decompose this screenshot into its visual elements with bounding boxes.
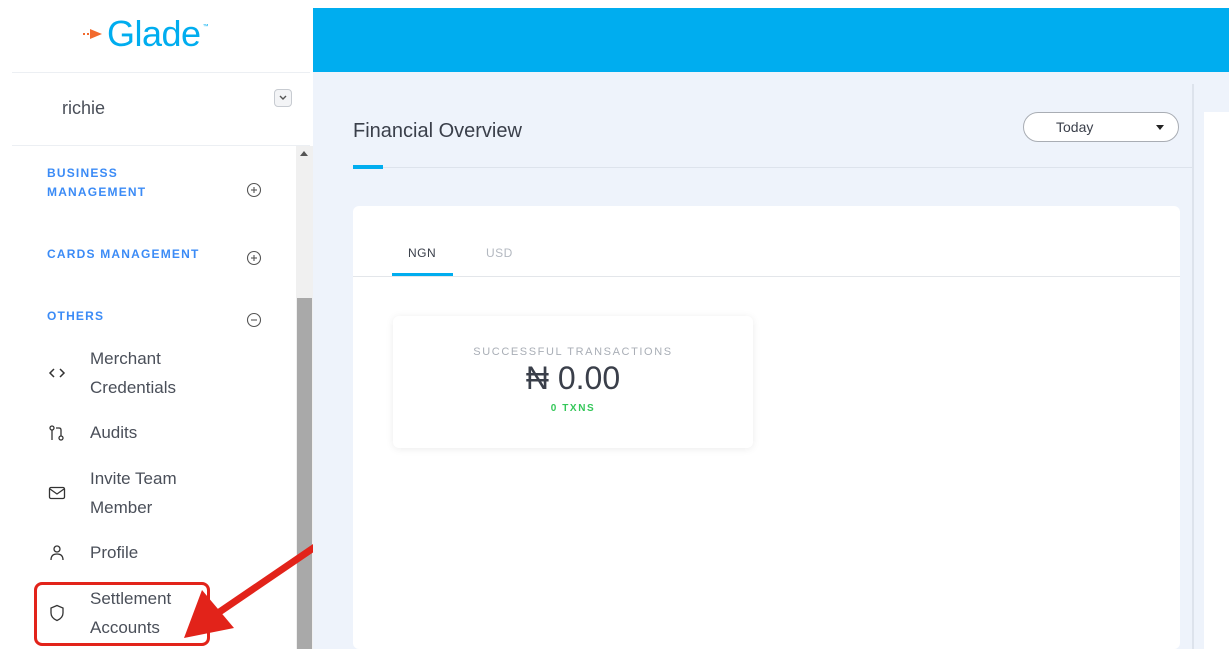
user-switcher[interactable]: richie xyxy=(12,73,310,146)
minus-circle-icon[interactable] xyxy=(246,312,262,328)
user-dropdown-toggle[interactable] xyxy=(274,89,292,107)
mail-icon xyxy=(48,486,66,500)
git-pull-request-icon xyxy=(49,424,64,441)
section-label: CARDS MANAGEMENT xyxy=(47,247,200,261)
sidebar-item-label: Merchant Credentials xyxy=(90,349,176,397)
title-accent-underline xyxy=(353,165,383,169)
period-select[interactable]: Today xyxy=(1023,112,1179,142)
successful-transactions-card: SUCCESSFUL TRANSACTIONS ₦ 0.00 0 TXNS xyxy=(393,316,753,448)
sidebar-item-audits[interactable]: Audits xyxy=(36,418,276,447)
tab-usd[interactable]: USD xyxy=(486,246,513,260)
plus-circle-icon[interactable] xyxy=(246,250,262,266)
right-panel xyxy=(1204,112,1229,649)
sidebar-item-label: Invite Team Member xyxy=(90,469,177,517)
section-cards-management[interactable]: CARDS MANAGEMENT xyxy=(47,245,200,264)
plus-circle-icon[interactable] xyxy=(246,182,262,198)
annotation-arrow-icon xyxy=(184,543,313,638)
chevron-down-icon xyxy=(279,95,287,100)
period-select-value: Today xyxy=(1056,119,1094,135)
logo-wordmark: Glade xyxy=(107,13,201,54)
scroll-up-arrow-icon[interactable] xyxy=(300,151,308,156)
section-label-line2: MANAGEMENT xyxy=(47,185,147,199)
stat-count: 0 TXNS xyxy=(550,403,596,414)
main-content: Financial Overview Today NGN USD SUCCESS… xyxy=(313,72,1229,649)
active-tab-indicator xyxy=(392,273,453,276)
stat-value: ₦ 0.00 xyxy=(525,360,621,396)
vertical-divider xyxy=(1192,84,1194,649)
trademark-mark: ™ xyxy=(202,24,209,30)
sidebar: Glade ™ richie BUSINESS MANAGEMENT CARDS… xyxy=(0,0,313,649)
overview-card: NGN USD SUCCESSFUL TRANSACTIONS ₦ 0.00 0… xyxy=(353,206,1180,649)
user-icon xyxy=(50,544,64,560)
tab-ngn[interactable]: NGN xyxy=(408,246,436,260)
page-title: Financial Overview xyxy=(353,120,522,142)
user-name: richie xyxy=(62,98,106,118)
section-label: OTHERS xyxy=(47,309,105,323)
sidebar-item-label: Audits xyxy=(90,423,138,442)
code-icon xyxy=(48,368,66,378)
section-business-management[interactable]: BUSINESS MANAGEMENT xyxy=(47,164,146,202)
section-label-line1: BUSINESS xyxy=(47,166,118,180)
sidebar-item-label: Profile xyxy=(90,543,139,562)
logo-area: Glade ™ xyxy=(12,0,310,73)
sidebar-item-invite-team-member[interactable]: Invite Team Member xyxy=(36,464,276,522)
sidebar-item-merchant-credentials[interactable]: Merchant Credentials xyxy=(36,344,276,402)
caret-down-icon xyxy=(1156,125,1164,130)
title-divider xyxy=(353,167,1193,168)
currency-tabs: NGN USD xyxy=(353,206,1180,277)
top-header-bar xyxy=(313,8,1229,72)
stat-label: SUCCESSFUL TRANSACTIONS xyxy=(473,346,673,358)
glade-logo[interactable]: Glade ™ xyxy=(82,14,209,54)
logo-arrow-icon xyxy=(83,29,102,39)
section-others[interactable]: OTHERS xyxy=(47,307,104,326)
